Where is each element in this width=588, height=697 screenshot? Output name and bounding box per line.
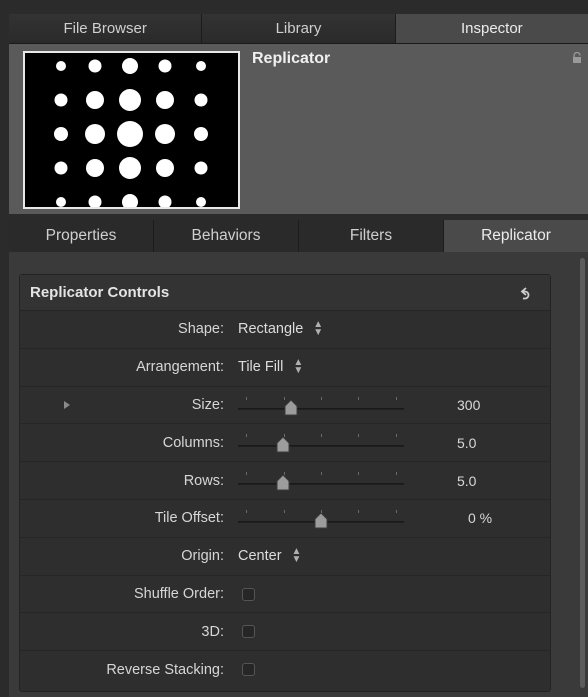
- row-tile-offset: Tile Offset: 0 %: [20, 500, 550, 538]
- updown-arrows-icon: ▲ ▼: [313, 319, 324, 339]
- slider-thumb[interactable]: [284, 399, 298, 416]
- group-header[interactable]: Replicator Controls: [20, 275, 550, 311]
- reverse-stacking-checkbox[interactable]: [242, 663, 255, 677]
- columns-value[interactable]: 5.0: [457, 435, 476, 451]
- tab-filters[interactable]: Filters: [299, 220, 444, 252]
- slider-track[interactable]: [238, 483, 404, 486]
- top-tab-bar: File Browser Library Inspector: [9, 14, 588, 44]
- slider-tick: [358, 396, 359, 400]
- arrangement-popup[interactable]: Tile Fill ▲ ▼: [238, 357, 304, 377]
- slider-tick: [321, 396, 322, 400]
- slider-track[interactable]: [238, 407, 404, 410]
- slider-tick: [396, 472, 397, 476]
- inspector-panel: Replicator Controls Shape: Rectangle ▲ ▼ …: [9, 252, 588, 697]
- slider-tick: [321, 472, 322, 476]
- replicator-dot-grid: [54, 58, 208, 207]
- tile-offset-value[interactable]: 0 %: [468, 510, 492, 526]
- row-reverse-stacking: Reverse Stacking:: [20, 651, 550, 689]
- row-shape: Shape: Rectangle ▲ ▼: [20, 311, 550, 349]
- vertical-scrollbar[interactable]: [580, 258, 585, 688]
- updown-arrows-icon: ▲ ▼: [293, 357, 304, 377]
- row-rows: Rows: 5.0: [20, 462, 550, 500]
- 3d-label: 3D:: [201, 623, 224, 640]
- 3d-checkbox[interactable]: [242, 625, 255, 639]
- slider-tick: [396, 396, 397, 400]
- tab-inspector[interactable]: Inspector: [395, 14, 588, 43]
- inspector-sub-tabs: Properties Behaviors Filters Replicator: [9, 220, 588, 252]
- slider-tick: [358, 472, 359, 476]
- columns-slider[interactable]: [238, 432, 404, 454]
- inspector-header: Replicator: [9, 44, 588, 214]
- arrangement-value: Tile Fill: [238, 359, 284, 376]
- slider-tick: [396, 434, 397, 438]
- slider-tick: [246, 396, 247, 400]
- shape-value: Rectangle: [238, 321, 304, 338]
- replicator-preview-thumbnail: [23, 51, 240, 209]
- group-title: Replicator Controls: [30, 284, 170, 301]
- size-value[interactable]: 300: [457, 397, 480, 413]
- rows-value[interactable]: 5.0: [457, 473, 476, 489]
- rows-label: Rows:: [183, 472, 224, 489]
- slider-track[interactable]: [238, 445, 404, 448]
- tab-behaviors[interactable]: Behaviors: [154, 220, 299, 252]
- slider-tick: [246, 472, 247, 476]
- shape-label: Shape:: [178, 321, 224, 338]
- slider-tick: [396, 509, 397, 513]
- reset-icon[interactable]: [516, 285, 532, 301]
- origin-popup[interactable]: Center ▲ ▼: [238, 546, 302, 566]
- row-columns: Columns: 5.0: [20, 424, 550, 463]
- row-origin: Origin: Center ▲ ▼: [20, 538, 550, 576]
- row-size: Size: 300: [20, 387, 550, 425]
- slider-tick: [246, 509, 247, 513]
- slider-thumb[interactable]: [276, 475, 290, 491]
- replicator-controls-group: Replicator Controls Shape: Rectangle ▲ ▼ …: [19, 274, 551, 692]
- object-title: Replicator: [252, 50, 331, 67]
- slider-tick: [284, 509, 285, 513]
- shuffle-order-label: Shuffle Order:: [133, 585, 224, 602]
- tab-properties[interactable]: Properties: [9, 220, 154, 252]
- shuffle-order-checkbox[interactable]: [242, 587, 255, 601]
- row-shuffle-order: Shuffle Order:: [20, 576, 550, 614]
- slider-thumb[interactable]: [314, 512, 328, 529]
- rows-slider[interactable]: [238, 470, 404, 492]
- origin-value: Center: [238, 548, 282, 565]
- slider-tick: [358, 509, 359, 513]
- tile-offset-label: Tile Offset:: [154, 510, 224, 527]
- shape-popup[interactable]: Rectangle ▲ ▼: [238, 319, 324, 339]
- tab-replicator[interactable]: Replicator: [444, 220, 588, 252]
- disclosure-triangle-icon[interactable]: [64, 400, 70, 409]
- lock-icon[interactable]: [572, 52, 582, 64]
- row-3d: 3D:: [20, 613, 550, 652]
- reverse-stacking-label: Reverse Stacking:: [106, 662, 224, 679]
- origin-label: Origin:: [181, 548, 224, 565]
- row-arrangement: Arrangement: Tile Fill ▲ ▼: [20, 349, 550, 387]
- tab-file-browser[interactable]: File Browser: [9, 14, 203, 43]
- tile-offset-slider[interactable]: [238, 508, 404, 530]
- slider-tick: [246, 434, 247, 438]
- updown-arrows-icon: ▲ ▼: [291, 546, 302, 566]
- slider-thumb[interactable]: [276, 437, 290, 453]
- slider-tick: [321, 434, 322, 438]
- arrangement-label: Arrangement:: [136, 359, 224, 376]
- slider-tick: [358, 434, 359, 438]
- tab-library[interactable]: Library: [202, 14, 396, 43]
- columns-label: Columns:: [162, 434, 224, 451]
- size-label: Size:: [191, 396, 224, 413]
- size-slider[interactable]: [238, 395, 404, 417]
